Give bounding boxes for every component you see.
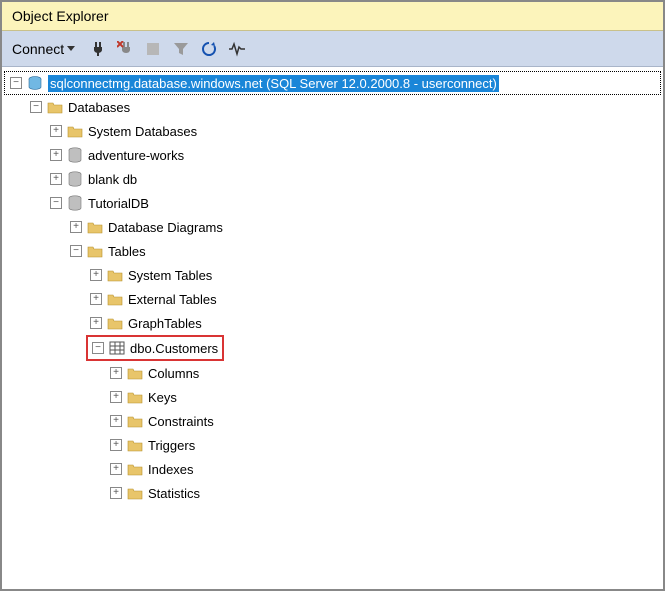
database-icon — [66, 147, 84, 163]
node-label: External Tables — [128, 292, 217, 307]
node-label: Database Diagrams — [108, 220, 223, 235]
tree-node-statistics[interactable]: + Statistics — [4, 481, 661, 505]
tree-node-keys[interactable]: + Keys — [4, 385, 661, 409]
table-icon — [108, 340, 126, 356]
folder-icon — [86, 219, 104, 235]
tree-view[interactable]: − sqlconnectmg.database.windows.net (SQL… — [2, 67, 663, 589]
folder-icon — [126, 389, 144, 405]
panel-title-text: Object Explorer — [12, 8, 108, 24]
expander-icon[interactable]: + — [110, 391, 122, 403]
folder-icon — [46, 99, 64, 115]
folder-icon — [126, 413, 144, 429]
folder-icon — [126, 437, 144, 453]
tree-node-tutorialdb[interactable]: − TutorialDB — [4, 191, 661, 215]
tree-node-graph-tables[interactable]: + GraphTables — [4, 311, 661, 335]
server-icon — [26, 75, 44, 91]
database-icon — [66, 195, 84, 211]
expander-icon[interactable]: − — [92, 342, 104, 354]
tree-node-indexes[interactable]: + Indexes — [4, 457, 661, 481]
tree-node-database-diagrams[interactable]: + Database Diagrams — [4, 215, 661, 239]
node-label: System Databases — [88, 124, 197, 139]
expander-icon[interactable]: + — [110, 415, 122, 427]
node-label: TutorialDB — [88, 196, 149, 211]
expander-icon[interactable]: + — [110, 487, 122, 499]
folder-icon — [106, 291, 124, 307]
node-label: GraphTables — [128, 316, 202, 331]
node-label: adventure-works — [88, 148, 184, 163]
tree-node-system-tables[interactable]: + System Tables — [4, 263, 661, 287]
expander-icon[interactable]: − — [50, 197, 62, 209]
database-icon — [66, 171, 84, 187]
expander-icon[interactable]: + — [110, 463, 122, 475]
expander-icon[interactable]: + — [90, 317, 102, 329]
activity-monitor-icon[interactable] — [227, 39, 247, 59]
dropdown-caret-icon — [67, 46, 75, 51]
folder-icon — [126, 365, 144, 381]
node-label: Indexes — [148, 462, 194, 477]
tree-node-blank-db[interactable]: + blank db — [4, 167, 661, 191]
node-label: Keys — [148, 390, 177, 405]
toolbar: Connect — [2, 31, 663, 67]
connect-object-icon[interactable] — [87, 39, 107, 59]
expander-icon[interactable]: − — [70, 245, 82, 257]
folder-icon — [106, 315, 124, 331]
node-label: blank db — [88, 172, 137, 187]
disconnect-icon[interactable] — [115, 39, 135, 59]
connect-button-label: Connect — [12, 41, 64, 57]
node-label: Triggers — [148, 438, 195, 453]
expander-icon[interactable]: + — [110, 439, 122, 451]
node-label: System Tables — [128, 268, 212, 283]
stop-icon[interactable] — [143, 39, 163, 59]
tree-node-server[interactable]: − sqlconnectmg.database.windows.net (SQL… — [4, 71, 661, 95]
highlight-annotation: − dbo.Customers — [86, 335, 224, 361]
node-label: Databases — [68, 100, 130, 115]
node-label: dbo.Customers — [130, 341, 218, 356]
tree-node-adventure-works[interactable]: + adventure-works — [4, 143, 661, 167]
tree-node-triggers[interactable]: + Triggers — [4, 433, 661, 457]
folder-icon — [126, 485, 144, 501]
folder-icon — [86, 243, 104, 259]
expander-icon[interactable]: − — [30, 101, 42, 113]
node-label: sqlconnectmg.database.windows.net (SQL S… — [48, 75, 499, 92]
object-explorer-window: Object Explorer Connect − sqlconnect — [0, 0, 665, 591]
tree-node-dbo-customers[interactable]: − dbo.Customers — [88, 336, 218, 360]
tree-node-system-databases[interactable]: + System Databases — [4, 119, 661, 143]
panel-title: Object Explorer — [2, 2, 663, 31]
node-label: Statistics — [148, 486, 200, 501]
folder-icon — [106, 267, 124, 283]
connect-button[interactable]: Connect — [8, 39, 79, 59]
tree-node-tables[interactable]: − Tables — [4, 239, 661, 263]
folder-icon — [66, 123, 84, 139]
expander-icon[interactable]: + — [70, 221, 82, 233]
node-label: Columns — [148, 366, 199, 381]
expander-icon[interactable]: + — [50, 149, 62, 161]
expander-icon[interactable]: + — [50, 173, 62, 185]
filter-icon[interactable] — [171, 39, 191, 59]
expander-icon[interactable]: + — [90, 269, 102, 281]
node-label: Constraints — [148, 414, 214, 429]
expander-icon[interactable]: + — [110, 367, 122, 379]
tree-node-databases[interactable]: − Databases — [4, 95, 661, 119]
expander-icon[interactable]: + — [90, 293, 102, 305]
tree-node-constraints[interactable]: + Constraints — [4, 409, 661, 433]
tree-node-columns[interactable]: + Columns — [4, 361, 661, 385]
node-label: Tables — [108, 244, 146, 259]
expander-icon[interactable]: − — [10, 77, 22, 89]
expander-icon[interactable]: + — [50, 125, 62, 137]
tree-node-external-tables[interactable]: + External Tables — [4, 287, 661, 311]
refresh-icon[interactable] — [199, 39, 219, 59]
folder-icon — [126, 461, 144, 477]
